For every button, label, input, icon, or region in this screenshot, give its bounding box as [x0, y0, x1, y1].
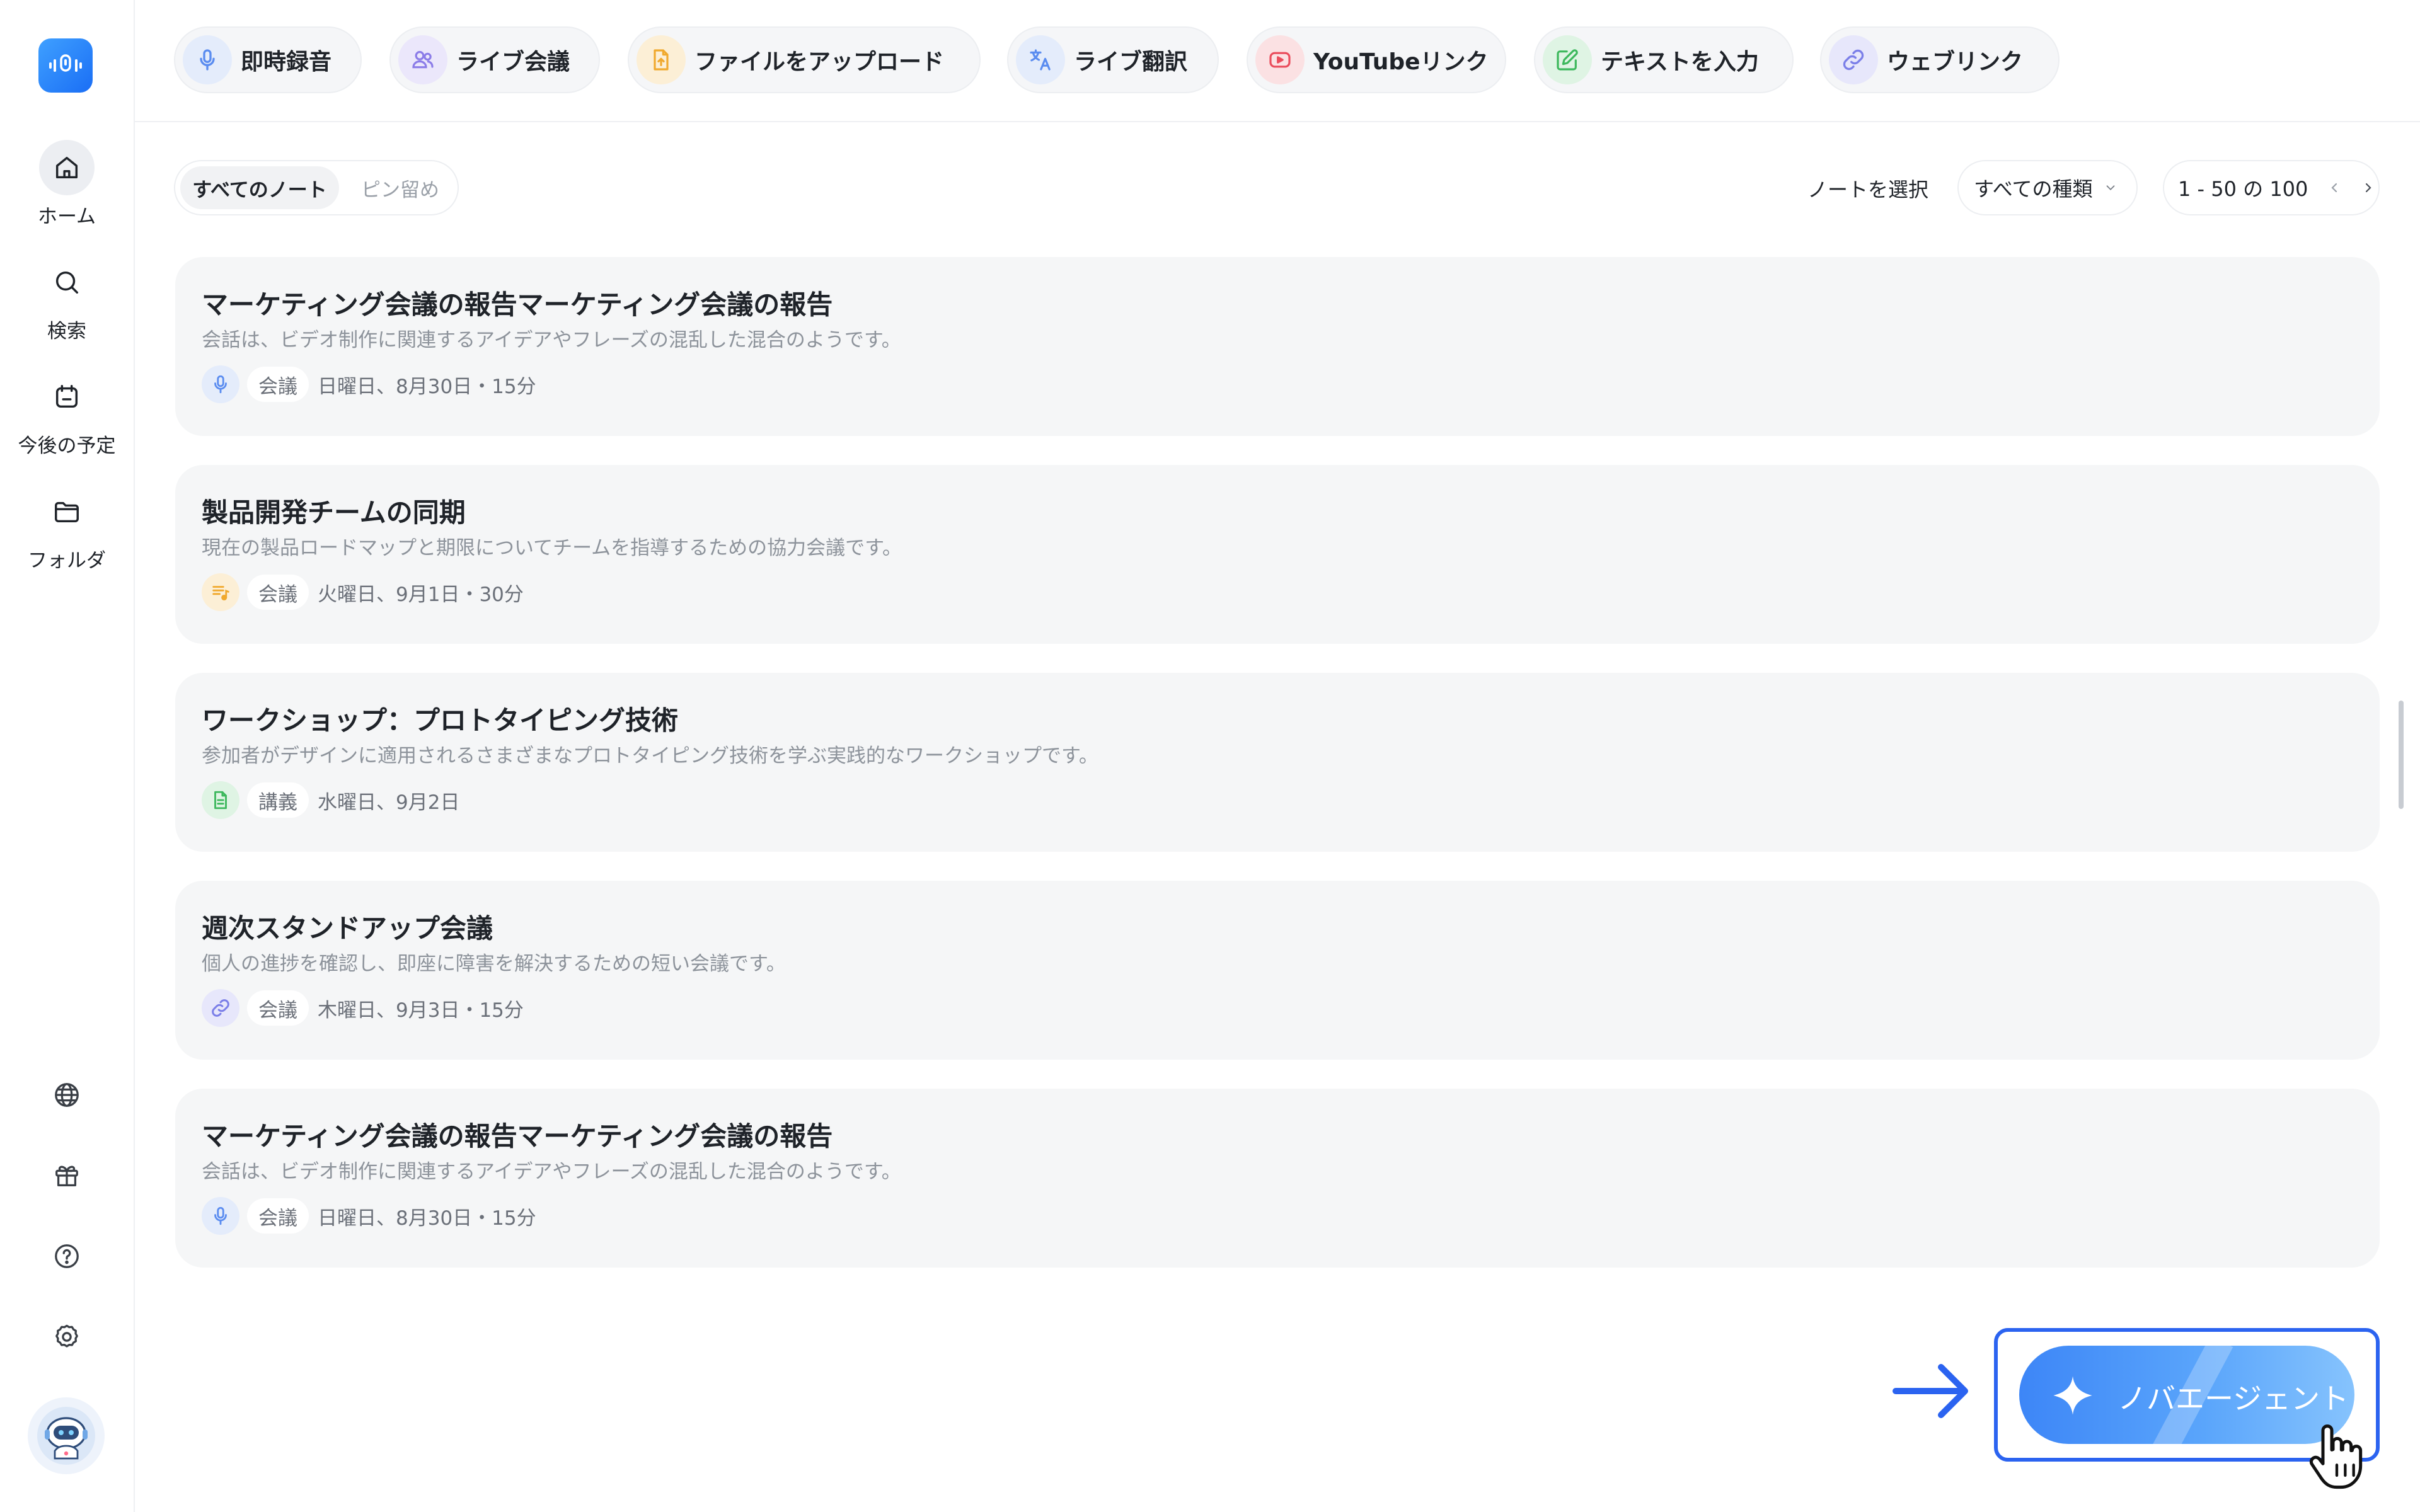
instant-recording-button[interactable]: 即時録音	[174, 26, 362, 93]
notes-filter-tabs: すべてのノート ピン留め	[174, 160, 459, 215]
note-description: 参加者がデザインに適用されるさまざまなプロトタイピング技術を学ぶ実践的なワークシ…	[202, 745, 1098, 767]
action-label: ライブ翻訳	[1074, 49, 1188, 75]
youtube-link-button[interactable]: YouTubeリンク	[1247, 26, 1506, 93]
upload-file-icon	[637, 35, 686, 84]
note-meta: 会議 日曜日、8月30日・15分	[202, 364, 536, 404]
tab-all-notes[interactable]: すべてのノート	[180, 166, 339, 209]
note-type-tag: 会議	[247, 990, 309, 1026]
youtube-icon	[1255, 35, 1305, 84]
mic-icon	[202, 1197, 239, 1235]
app-logo-icon[interactable]	[38, 38, 93, 93]
enter-text-button[interactable]: テキストを入力	[1534, 26, 1794, 93]
chevron-right-icon[interactable]	[2361, 180, 2376, 195]
sidebar-item-label: ホーム	[37, 205, 96, 228]
action-label: YouTubeリンク	[1313, 49, 1489, 75]
sidebar-item-label: 今後の予定	[18, 435, 116, 457]
scrollbar[interactable]	[2399, 701, 2404, 809]
quick-actions-bar: 即時録音 ライブ会議 ファイルをアップロード ライブ翻訳 YouTubeリンク …	[135, 0, 2420, 122]
note-date: 日曜日、8月30日・15分	[318, 1206, 536, 1230]
sidebar-item-upcoming[interactable]: 今後の予定	[0, 369, 134, 458]
action-label: テキストを入力	[1601, 49, 1759, 75]
people-icon	[398, 35, 447, 84]
note-type-tag: 講義	[247, 782, 309, 818]
note-type-tag: 会議	[247, 575, 309, 610]
chevron-down-icon	[2107, 185, 2115, 191]
search-icon	[39, 255, 95, 310]
arrow-right-icon	[1893, 1364, 1968, 1418]
note-description: 現在の製品ロードマップと期限についてチームを指導するための協力会議です。	[202, 537, 902, 559]
note-meta: 会議 火曜日、9月1日・30分	[202, 572, 524, 612]
sparkle-icon	[2053, 1376, 2092, 1415]
folder-icon	[39, 484, 95, 539]
audio-file-icon	[202, 573, 239, 611]
live-meeting-button[interactable]: ライブ会議	[389, 26, 600, 93]
hand-cursor-icon	[2309, 1424, 2363, 1489]
action-label: 即時録音	[241, 49, 332, 75]
sidebar-item-search[interactable]: 検索	[0, 255, 134, 343]
type-filter-label: すべての種類	[1974, 177, 2093, 201]
note-title: 製品開発チームの同期	[202, 497, 466, 528]
note-date: 水曜日、9月2日	[318, 791, 460, 814]
web-link-button[interactable]: ウェブリンク	[1820, 26, 2060, 93]
note-title: マーケティング会議の報告マーケティング会議の報告	[202, 289, 833, 320]
document-icon	[202, 781, 239, 819]
note-meta: 会議 木曜日、9月3日・15分	[202, 988, 524, 1028]
note-description: 個人の進捗を確認し、即座に障害を解決するための短い会議です。	[202, 953, 786, 975]
agent-button-label: ノバエージェント	[2118, 1382, 2349, 1416]
action-label: ウェブリンク	[1887, 49, 2024, 75]
mic-icon	[183, 35, 232, 84]
upload-file-button[interactable]: ファイルをアップロード	[628, 26, 981, 93]
note-meta: 会議 日曜日、8月30日・15分	[202, 1196, 536, 1236]
settings-icon[interactable]	[39, 1309, 95, 1365]
action-label: ファイルをアップロード	[694, 49, 945, 75]
nova-agent-button[interactable]: ノバエージェント	[2019, 1346, 2354, 1444]
note-card[interactable]: ワークショップ：プロトタイピング技術 参加者がデザインに適用されるさまざまなプロ…	[175, 673, 2380, 852]
note-title: 週次スタンドアップ会議	[202, 913, 493, 944]
note-title: ワークショップ：プロトタイピング技術	[202, 705, 679, 736]
note-type-tag: 会議	[247, 1198, 309, 1234]
note-meta: 講義 水曜日、9月2日	[202, 780, 459, 820]
note-date: 日曜日、8月30日・15分	[318, 375, 536, 398]
note-date: 火曜日、9月1日・30分	[318, 583, 524, 606]
sidebar-item-label: 検索	[47, 320, 86, 343]
avatar[interactable]	[28, 1397, 105, 1474]
note-card[interactable]: 製品開発チームの同期 現在の製品ロードマップと期限についてチームを指導するための…	[175, 465, 2380, 644]
note-type-tag: 会議	[247, 367, 309, 402]
note-card[interactable]: マーケティング会議の報告マーケティング会議の報告 会話は、ビデオ制作に関連するア…	[175, 1089, 2380, 1268]
mic-icon	[202, 365, 239, 403]
pagination: 1 - 50 の 100	[2163, 160, 2380, 215]
note-card[interactable]: 週次スタンドアップ会議 個人の進捗を確認し、即座に障害を解決するための短い会議で…	[175, 881, 2380, 1060]
note-card[interactable]: マーケティング会議の報告マーケティング会議の報告 会話は、ビデオ制作に関連するア…	[175, 257, 2380, 436]
note-title: マーケティング会議の報告マーケティング会議の報告	[202, 1121, 833, 1152]
edit-text-icon	[1543, 35, 1592, 84]
tab-pinned[interactable]: ピン留め	[349, 166, 451, 209]
help-icon[interactable]	[39, 1228, 95, 1284]
sidebar-item-folders[interactable]: フォルダ	[0, 484, 134, 573]
link-icon	[202, 989, 239, 1027]
sidebar: ホーム 検索 今後の予定 フォルダ	[0, 0, 135, 1512]
note-description: 会話は、ビデオ制作に関連するアイデアやフレーズの混乱した混合のようです。	[202, 1160, 901, 1183]
globe-icon[interactable]	[39, 1067, 95, 1123]
translate-icon	[1016, 35, 1065, 84]
type-filter-dropdown[interactable]: すべての種類	[1957, 160, 2138, 215]
note-date: 木曜日、9月3日・15分	[318, 999, 524, 1022]
sidebar-item-label: フォルダ	[28, 549, 106, 572]
calendar-icon	[39, 369, 95, 425]
pagination-label: 1 - 50 の 100	[2178, 177, 2308, 201]
select-notes-button[interactable]: ノートを選択	[1807, 174, 1928, 203]
sidebar-item-home[interactable]: ホーム	[0, 140, 134, 229]
gift-icon[interactable]	[39, 1148, 95, 1203]
chevron-left-icon[interactable]	[2327, 180, 2342, 195]
action-label: ライブ会議	[456, 49, 570, 75]
note-description: 会話は、ビデオ制作に関連するアイデアやフレーズの混乱した混合のようです。	[202, 329, 901, 352]
home-icon	[39, 140, 95, 195]
link-icon	[1829, 35, 1878, 84]
live-translation-button[interactable]: ライブ翻訳	[1007, 26, 1219, 93]
